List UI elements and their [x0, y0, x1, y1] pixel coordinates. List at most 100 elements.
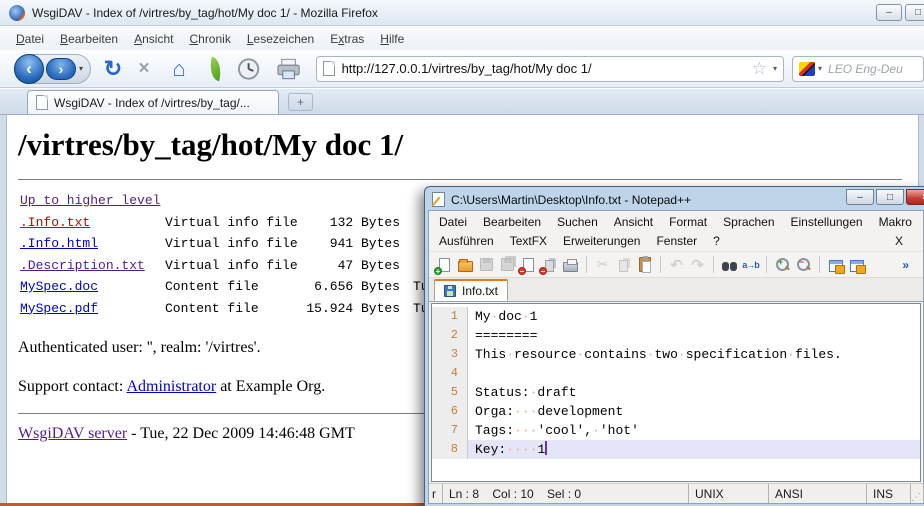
tab-wsgidav[interactable]: WsgiDAV - Index of /virtres/by_tag/...	[27, 90, 279, 114]
search-engine-dropdown-icon[interactable]: ▾	[818, 64, 822, 73]
line-number: 1	[432, 307, 468, 326]
file-link-.description.txt[interactable]: .Description.txt	[20, 255, 165, 277]
close-icon[interactable]: ×	[906, 189, 924, 205]
editor-line[interactable]: 6Orga:···development	[432, 402, 920, 421]
toolbar-overflow-icon[interactable]: »	[902, 258, 923, 272]
url-input[interactable]: http://127.0.0.1/virtres/by_tag/hot/My d…	[342, 61, 752, 76]
history-clock-icon[interactable]	[237, 57, 260, 81]
menu-ansicht[interactable]: Ansicht	[606, 213, 661, 231]
back-forward-group: ‹ › ▾	[14, 54, 91, 84]
resize-grip[interactable]	[911, 484, 924, 503]
undo-icon: ↶	[668, 256, 685, 273]
menu-datei[interactable]: Datei	[8, 29, 52, 49]
wsgidav-server-link[interactable]: WsgiDAV server	[18, 425, 127, 442]
menu-bearbeiten[interactable]: Bearbeiten	[52, 29, 126, 49]
paste-icon[interactable]	[636, 256, 653, 273]
forward-button[interactable]: ›	[46, 58, 76, 80]
sync-vertical-icon[interactable]	[827, 256, 844, 273]
notepad-app-icon	[432, 192, 445, 207]
menu-lesezeichen[interactable]: Lesezeichen	[239, 29, 322, 49]
menu-sprachen[interactable]: Sprachen	[715, 213, 782, 231]
replace-icon[interactable]: a→b	[742, 256, 759, 273]
file-link-.info.html[interactable]: .Info.html	[20, 233, 165, 255]
menu-datei[interactable]: Datei	[431, 213, 475, 231]
notepad-titlebar[interactable]: C:\Users\Martin\Desktop\Info.txt - Notep…	[428, 189, 924, 210]
editor-line[interactable]: 7Tags:···'cool',·'hot'	[432, 421, 920, 440]
home-button[interactable]: ⌂	[166, 55, 193, 83]
editor-line[interactable]: 2========	[432, 326, 920, 345]
editor-line[interactable]: 4	[432, 364, 920, 383]
maximize-icon[interactable]: □	[905, 4, 924, 21]
menu-ansicht[interactable]: Ansicht	[126, 29, 181, 49]
refresh-button[interactable]: ↻	[99, 55, 126, 83]
up-to-higher-level-link[interactable]: Up to higher level	[20, 193, 160, 208]
cut-icon: ✂	[594, 256, 611, 273]
sync-horizontal-icon[interactable]	[848, 256, 865, 273]
text-caret	[545, 441, 547, 455]
new-file-icon[interactable]: +	[436, 256, 453, 273]
menu-erweiterungen[interactable]: Erweiterungen	[555, 232, 648, 250]
maximize-icon[interactable]: □	[876, 189, 904, 205]
administrator-link[interactable]: Administrator	[126, 378, 216, 395]
window-frame-left	[0, 115, 7, 503]
editor-line[interactable]: 8Key:····1	[432, 440, 920, 459]
notepad-menubar: DateiBearbeitenSuchenAnsichtFormatSprach…	[429, 211, 923, 251]
tab-label: WsgiDAV - Index of /virtres/by_tag/...	[54, 96, 250, 110]
menu-textfx[interactable]: TextFX	[502, 232, 555, 250]
menu-ausführen[interactable]: Ausführen	[431, 232, 502, 250]
screen: WsgiDAV - Index of /virtres/by_tag/hot/M…	[0, 0, 924, 506]
menu-einstellungen[interactable]: Einstellungen	[783, 213, 871, 231]
status-caret-position: Ln : 8 Col : 10 Sel : 0	[443, 484, 689, 503]
stop-button[interactable]: ×	[131, 55, 158, 83]
tab-info-txt[interactable]: Info.txt	[434, 279, 508, 301]
addon-leaf-icon[interactable]	[206, 56, 224, 80]
history-dropdown-icon[interactable]: ▾	[79, 64, 83, 73]
firefox-logo-icon	[9, 5, 25, 21]
back-button[interactable]: ‹	[14, 54, 44, 84]
search-bar[interactable]: ▾ LEO Eng-Deu	[792, 56, 924, 82]
url-dropdown-icon[interactable]: ▾	[773, 64, 777, 73]
url-bar[interactable]: http://127.0.0.1/virtres/by_tag/hot/My d…	[316, 56, 784, 82]
site-page-icon	[323, 61, 335, 76]
editor-line[interactable]: 3This·resource·contains·two·specificatio…	[432, 345, 920, 364]
menu-chronik[interactable]: Chronik	[181, 29, 238, 49]
menu-extras[interactable]: Extras	[322, 29, 372, 49]
menu-fenster[interactable]: Fenster	[648, 232, 705, 250]
minimize-icon[interactable]: –	[846, 189, 874, 205]
open-folder-icon[interactable]	[457, 256, 474, 273]
new-tab-button[interactable]: +	[288, 93, 313, 111]
line-number: 4	[432, 364, 468, 383]
find-icon[interactable]	[721, 256, 738, 273]
line-text: Orga:···development	[468, 402, 920, 421]
editor-line[interactable]: 1My·doc·1	[432, 307, 920, 326]
notepad-toolbar: +−−✂↶↷a→b+−»	[429, 251, 923, 278]
menu-hilfe[interactable]: Hilfe	[372, 29, 412, 49]
menu-makro[interactable]: Makro	[871, 213, 920, 231]
minimize-icon[interactable]: –	[876, 4, 902, 21]
menu-format[interactable]: Format	[661, 213, 715, 231]
leo-search-engine-icon[interactable]	[799, 62, 815, 76]
zoom-out-icon[interactable]: −	[795, 256, 812, 273]
file-size: 941 Bytes	[300, 233, 400, 255]
text-editor[interactable]: 1My·doc·12========3This·resource·contain…	[431, 303, 921, 482]
menu-?[interactable]: ?	[705, 232, 728, 250]
line-number: 8	[432, 440, 468, 459]
close-file-icon[interactable]: −	[520, 256, 537, 273]
file-link-myspec.doc[interactable]: MySpec.doc	[20, 276, 165, 298]
menu-bearbeiten[interactable]: Bearbeiten	[475, 213, 549, 231]
support-prefix: Support contact:	[18, 378, 126, 395]
menu-suchen[interactable]: Suchen	[549, 213, 606, 231]
notepad-body: DateiBearbeitenSuchenAnsichtFormatSprach…	[428, 210, 924, 504]
editor-line[interactable]: 5Status:·draft	[432, 383, 920, 402]
zoom-in-icon[interactable]: +	[774, 256, 791, 273]
notepad-window-title: C:\Users\Martin\Desktop\Info.txt - Notep…	[451, 193, 691, 207]
document-close-button[interactable]: X	[889, 232, 909, 250]
file-link-.info.txt[interactable]: .Info.txt	[20, 212, 165, 234]
print-icon[interactable]	[562, 256, 579, 273]
bookmark-star-icon[interactable]: ☆	[752, 60, 767, 77]
close-all-icon[interactable]: −	[541, 256, 558, 273]
file-link-myspec.pdf[interactable]: MySpec.pdf	[20, 298, 165, 320]
line-number: 3	[432, 345, 468, 364]
print-icon[interactable]	[276, 58, 301, 80]
search-input[interactable]: LEO Eng-Deu	[828, 62, 903, 76]
